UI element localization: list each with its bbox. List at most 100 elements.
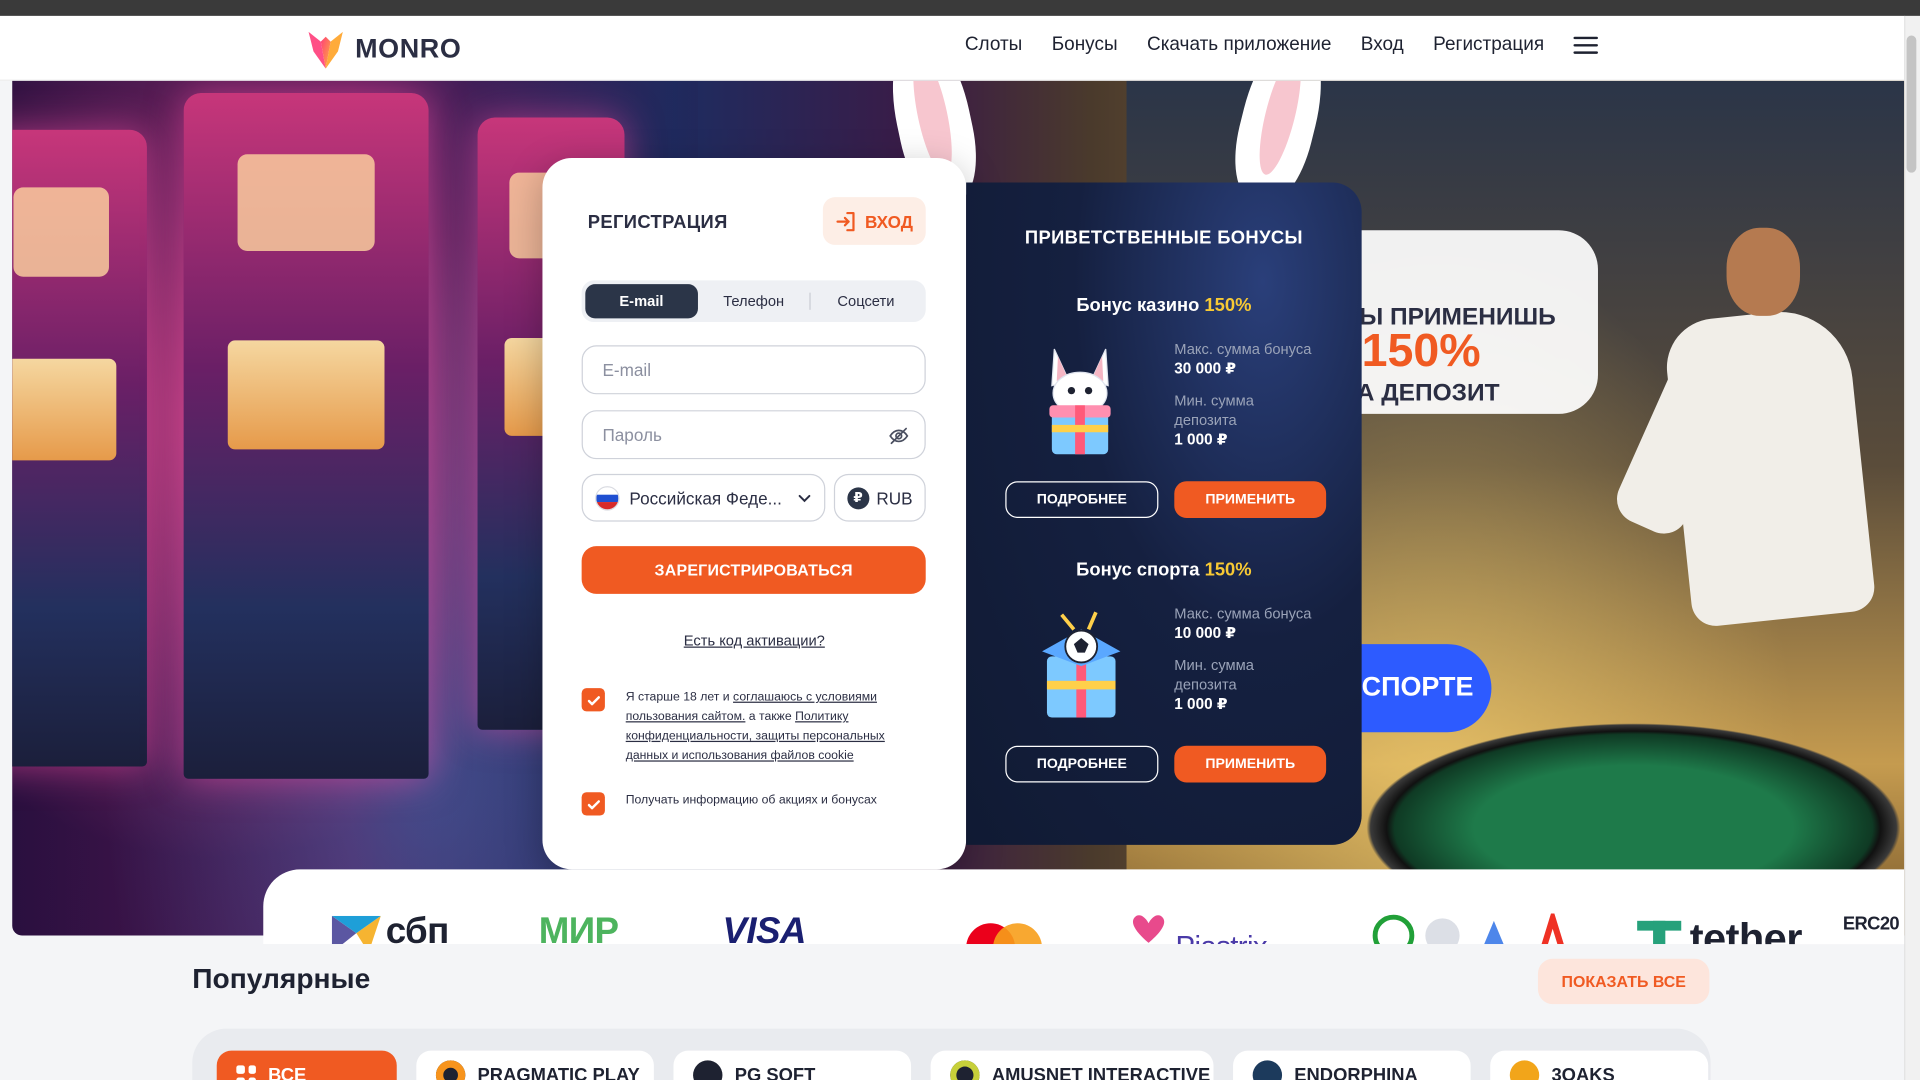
slot-machine-image: [183, 93, 429, 779]
sport-gift-icon: [1042, 611, 1121, 718]
grid-icon: [236, 1065, 256, 1080]
email-field[interactable]: E-mail: [581, 345, 926, 395]
endorphina-icon: [1252, 1060, 1283, 1080]
casino-more-button[interactable]: ПОДРОБНЕЕ: [1005, 481, 1159, 518]
casino-apply-button[interactable]: ПРИМЕНИТЬ: [1174, 481, 1327, 518]
hero-promo-percent: 150%: [1361, 325, 1481, 378]
welcome-bonuses-title: ПРИВЕТСТВЕННЫЕ БОНУСЫ: [1024, 227, 1303, 249]
pg-soft-icon: [693, 1060, 723, 1080]
nav-login[interactable]: Вход: [1361, 34, 1404, 56]
promo-consent-checkbox[interactable]: [581, 792, 605, 816]
terms-text: Я старше 18 лет и соглашаюсь с условиями…: [626, 688, 920, 766]
casino-bonus-name: Бонус казино: [1076, 295, 1200, 316]
visa-logo: VISA: [722, 911, 806, 945]
promo-consent-text: Получать информацию об акциях и бонусах: [625, 793, 877, 807]
tab-social[interactable]: Соцсети: [809, 284, 922, 318]
login-button[interactable]: ВХОД: [822, 197, 926, 245]
casino-bonus-title: Бонус казино 150%: [966, 295, 1362, 316]
piastrix-logo: Piastrix: [1176, 931, 1268, 944]
register-submit-button[interactable]: ЗАРЕГИСТРИРОВАТЬСЯ: [581, 546, 926, 594]
nav-register[interactable]: Регистрация: [1433, 34, 1544, 56]
sbp-logo: сбп: [385, 911, 450, 945]
country-select[interactable]: Российская Феде...: [581, 473, 826, 522]
password-field[interactable]: Пароль: [581, 410, 926, 460]
terms-prefix: Я старше 18 лет и: [625, 690, 734, 705]
nav-bonuses[interactable]: Бонусы: [1052, 34, 1118, 56]
welcome-bonuses-panel: ПРИВЕТСТВЕННЫЕ БОНУСЫ Бонус казино 150% …: [966, 182, 1362, 845]
provider-label: PRAGMATIC PLAY: [477, 1064, 640, 1080]
email-placeholder: E-mail: [602, 360, 652, 380]
provider-filter-3oaks[interactable]: 3OAKS: [1490, 1050, 1709, 1080]
sport-apply-button[interactable]: ПРИМЕНИТЬ: [1174, 745, 1327, 783]
casino-min-label: Мин. сумма депозита: [1174, 391, 1254, 429]
ruble-icon: ₽: [847, 486, 870, 509]
payment-methods-strip: сбп МИР VISA Piastrix tether ERC20: [263, 869, 1905, 945]
nav-download-app[interactable]: Скачать приложение: [1147, 34, 1331, 56]
sport-min-value: 1 000 ₽: [1174, 695, 1228, 713]
sbp-logo-icon: [331, 915, 381, 945]
football-player-image: [1609, 179, 1877, 816]
registration-method-tabs: E-mail Телефон Соцсети: [581, 280, 926, 323]
sport-min-label: Мин. сумма депозита: [1174, 656, 1254, 694]
nav-slots[interactable]: Слоты: [965, 34, 1022, 56]
tether-logo: tether: [1689, 915, 1803, 945]
tab-phone[interactable]: Телефон: [698, 284, 810, 318]
tether-logo-icon: [1637, 920, 1682, 945]
site-logo[interactable]: MONRO: [306, 27, 461, 71]
check-icon: [587, 799, 600, 809]
chevron-down-icon: [798, 494, 811, 502]
sport-max-label: Макс. сумма бонуса: [1174, 604, 1312, 623]
tab-email[interactable]: E-mail: [585, 284, 698, 319]
terms-checkbox[interactable]: [581, 688, 605, 712]
sport-more-button[interactable]: ПОДРОБНЕЕ: [1005, 745, 1159, 783]
sport-bonus-title: Бонус спорта 150%: [966, 560, 1362, 581]
menu-icon[interactable]: [1573, 36, 1598, 54]
registration-card: РЕГИСТРАЦИЯ ВХОД E-mail Телефон Соцсети …: [542, 157, 967, 870]
mastercard-logo-icon: [966, 923, 1042, 945]
mir-logo: МИР: [538, 911, 619, 945]
slot-machine-image: [12, 129, 147, 767]
currency-value: RUB: [876, 487, 913, 508]
piastrix-logo-icon: [1132, 915, 1165, 943]
provider-filter-amusnet[interactable]: AMUSNET INTERACTIVE: [930, 1050, 1214, 1080]
amusnet-icon: [950, 1060, 980, 1080]
erc20-label: ERC20: [1842, 913, 1900, 935]
registration-title: РЕГИСТРАЦИЯ: [587, 211, 728, 233]
currency-select[interactable]: ₽ RUB: [833, 473, 926, 522]
site-header: MONRO Слоты Бонусы Скачать приложение Вх…: [0, 15, 1905, 81]
login-button-label: ВХОД: [864, 211, 913, 231]
sport-bonus-name: Бонус спорта: [1076, 559, 1200, 581]
sport-bonus-info: Макс. сумма бонуса 10 000 ₽ Мин. сумма д…: [1174, 604, 1311, 726]
fox-gift-icon: [1049, 348, 1111, 455]
provider-label: PG SOFT: [734, 1064, 816, 1080]
casino-min-value: 1 000 ₽: [1174, 431, 1228, 449]
sport-max-value: 10 000 ₽: [1174, 624, 1237, 642]
check-icon: [587, 695, 600, 705]
casino-max-value: 30 000 ₽: [1174, 360, 1237, 378]
casino-max-label: Макс. сумма бонуса: [1174, 340, 1312, 358]
country-value: Российская Феде...: [629, 487, 782, 508]
russia-flag-icon: [595, 485, 620, 511]
casino-bonus-percent: 150%: [1204, 295, 1252, 316]
terms-mid: а также: [745, 710, 796, 724]
login-icon: [836, 211, 856, 231]
eye-off-icon[interactable]: [888, 425, 910, 447]
provider-filter-pgsoft[interactable]: PG SOFT: [673, 1050, 912, 1080]
provider-label: ВСЕ: [268, 1064, 307, 1080]
activation-code-link[interactable]: Есть код активации?: [542, 632, 966, 649]
show-all-button[interactable]: ПОКАЗАТЬ ВСЕ: [1537, 958, 1710, 1005]
provider-filter-pragmatic[interactable]: PRAGMATIC PLAY: [416, 1050, 654, 1080]
provider-filter-endorphina[interactable]: ENDORPHINA: [1233, 1050, 1471, 1080]
page: MONRO Слоты Бонусы Скачать приложение Вх…: [0, 0, 1920, 1080]
hero-promo-line2: А ДЕПОЗИТ: [1356, 379, 1500, 407]
provider-label: ENDORPHINA: [1294, 1064, 1418, 1080]
password-placeholder: Пароль: [602, 424, 662, 445]
pragmatic-play-icon: [435, 1060, 466, 1080]
monro-logo-icon: [308, 31, 343, 69]
scrollbar-thumb[interactable]: [1906, 35, 1917, 173]
page-scrollbar[interactable]: [1904, 15, 1920, 1080]
provider-label: 3OAKS: [1551, 1064, 1615, 1080]
popular-title: Популярные: [192, 962, 371, 995]
provider-filter-all[interactable]: ВСЕ: [216, 1050, 397, 1080]
hero-sport-text: СПОРТЕ: [1361, 671, 1474, 702]
